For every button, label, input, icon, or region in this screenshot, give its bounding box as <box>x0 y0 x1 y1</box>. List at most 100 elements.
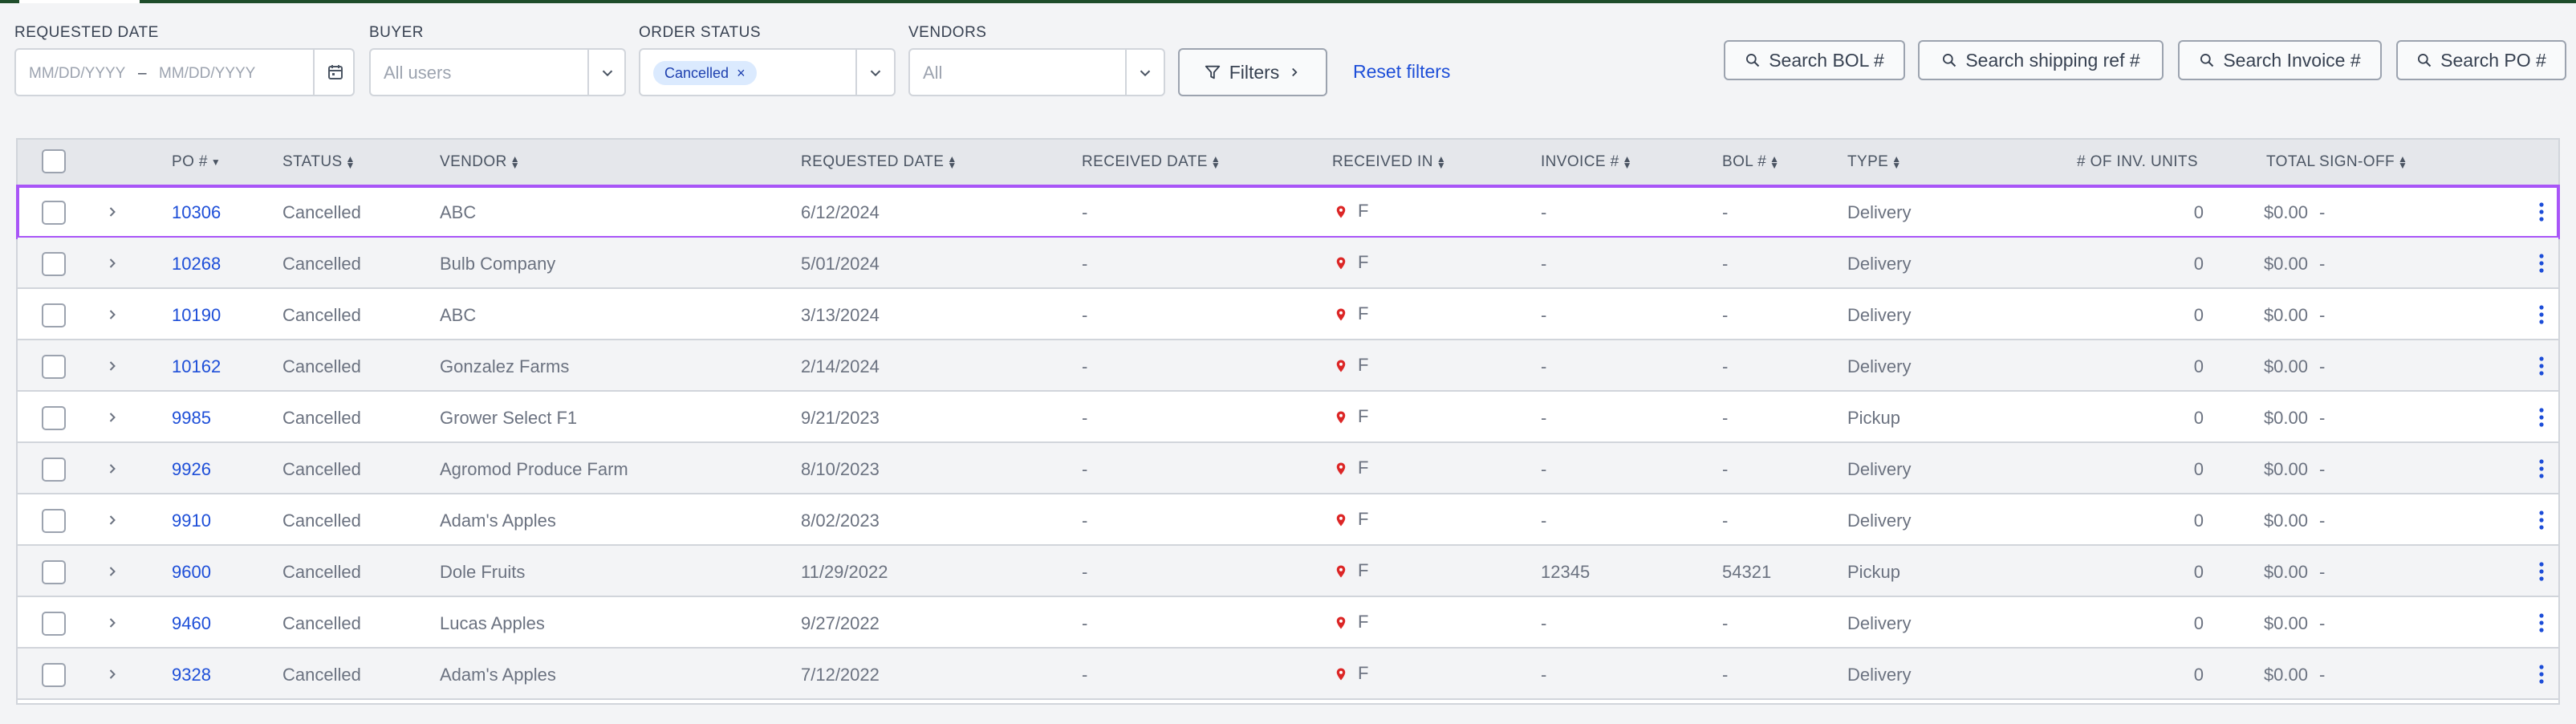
requested-date-range[interactable]: MM/DD/YYYY – MM/DD/YYYY <box>14 48 355 96</box>
col-po[interactable]: PO # ▼ <box>172 153 221 171</box>
row-checkbox[interactable] <box>42 303 66 327</box>
date-from-input[interactable]: MM/DD/YYYY <box>29 65 125 83</box>
location-pin-icon <box>1336 462 1346 475</box>
row-checkbox[interactable] <box>42 560 66 584</box>
sign-off-cell: - <box>2319 665 2326 685</box>
total-cell: $0.00 <box>2263 202 2308 222</box>
bol-cell: - <box>1722 459 1729 479</box>
type-cell: Delivery <box>1847 356 1912 376</box>
col-vendor[interactable]: VENDOR ▲ ▼ <box>440 153 520 171</box>
expand-chevron-icon[interactable] <box>104 204 120 220</box>
po-number-link[interactable]: 9460 <box>172 613 211 634</box>
bol-cell: - <box>1722 202 1729 222</box>
filters-button[interactable]: Filters <box>1178 48 1327 96</box>
table-row[interactable]: 9985 Cancelled Grower Select F1 9/21/2023 - F… <box>18 392 2558 443</box>
row-checkbox[interactable] <box>42 201 66 225</box>
calendar-icon[interactable] <box>326 63 345 82</box>
col-invoice[interactable]: INVOICE # ▲ ▼ <box>1541 153 1632 171</box>
table-row[interactable]: 9600 Cancelled Dole Fruits 11/29/2022 - F 1234… <box>18 546 2558 597</box>
search-invoice-button[interactable]: Search Invoice # <box>2178 40 2382 80</box>
vendors-select[interactable]: All <box>908 48 1165 96</box>
col-bol[interactable]: BOL # ▲ ▼ <box>1722 153 1779 171</box>
date-to-input[interactable]: MM/DD/YYYY <box>159 65 255 83</box>
expand-chevron-icon[interactable] <box>104 512 120 528</box>
chevron-down-icon[interactable] <box>867 64 884 82</box>
expand-chevron-icon[interactable] <box>104 307 120 323</box>
chevron-down-icon[interactable] <box>599 64 616 82</box>
po-number-link[interactable]: 9600 <box>172 562 211 583</box>
expand-chevron-icon[interactable] <box>104 666 120 682</box>
reset-filters-link[interactable]: Reset filters <box>1353 61 1450 83</box>
table-row[interactable]: 10190 Cancelled ABC 3/13/2024 - F - - Delivery 0 $… <box>18 289 2558 340</box>
bol-cell: - <box>1722 510 1729 531</box>
invoice-cell: - <box>1541 305 1547 325</box>
search-shipping-ref-button[interactable]: Search shipping ref # <box>1918 40 2164 80</box>
row-checkbox[interactable] <box>42 355 66 379</box>
row-checkbox[interactable] <box>42 406 66 430</box>
col-requested-date[interactable]: REQUESTED DATE ▲ ▼ <box>801 153 957 171</box>
row-checkbox[interactable] <box>42 458 66 482</box>
divider <box>1125 50 1127 95</box>
row-checkbox[interactable] <box>42 612 66 636</box>
order-status-select[interactable]: Cancelled × <box>639 48 896 96</box>
col-received-date[interactable]: RECEIVED DATE ▲ ▼ <box>1082 153 1221 171</box>
select-all-checkbox[interactable] <box>42 149 66 173</box>
kebab-menu-icon[interactable] <box>2537 406 2546 429</box>
location-pin-icon <box>1336 308 1346 321</box>
expand-chevron-icon[interactable] <box>104 615 120 631</box>
row-checkbox[interactable] <box>42 663 66 687</box>
kebab-menu-icon[interactable] <box>2537 509 2546 531</box>
po-number-link[interactable]: 9328 <box>172 665 211 685</box>
table-header: PO # ▼ STATUS ▲ ▼ VENDOR ▲ ▼ REQUESTED DATE ▲ ▼… <box>18 140 2558 188</box>
kebab-menu-icon[interactable] <box>2537 303 2546 326</box>
table-row[interactable]: 9460 Cancelled Lucas Apples 9/27/2022 - F - - De… <box>18 597 2558 649</box>
col-status[interactable]: STATUS ▲ ▼ <box>282 153 356 171</box>
expand-chevron-icon[interactable] <box>104 409 120 425</box>
location-pin-icon <box>1336 360 1346 372</box>
invoice-cell: - <box>1541 665 1547 685</box>
expand-chevron-icon[interactable] <box>104 358 120 374</box>
search-bol-button[interactable]: Search BOL # <box>1724 40 1905 80</box>
kebab-menu-icon[interactable] <box>2537 201 2546 223</box>
chevron-down-icon[interactable] <box>1136 64 1154 82</box>
brand-bar <box>0 0 2576 3</box>
po-number-link[interactable]: 10306 <box>172 202 221 223</box>
invoice-cell: - <box>1541 202 1547 222</box>
table-row[interactable]: 9910 Cancelled Adam's Apples 8/02/2023 - F - - D… <box>18 494 2558 546</box>
received-in-cell: F <box>1358 458 1369 478</box>
buyer-select[interactable]: All users <box>369 48 626 96</box>
invoice-cell: - <box>1541 510 1547 531</box>
col-sign-off[interactable]: SIGN-OFF ▲ ▼ <box>2319 153 2407 171</box>
sort-icon: ▲ ▼ <box>510 153 520 171</box>
search-po-label: Search PO # <box>2440 49 2546 71</box>
search-po-button[interactable]: Search PO # <box>2396 40 2566 80</box>
row-checkbox[interactable] <box>42 509 66 533</box>
po-number-link[interactable]: 9985 <box>172 408 211 429</box>
po-number-link[interactable]: 10162 <box>172 356 221 377</box>
table-row[interactable]: 10306 Cancelled ABC 6/12/2024 - F - - Delivery 0 $… <box>16 185 2560 239</box>
kebab-menu-icon[interactable] <box>2537 252 2546 275</box>
po-number-link[interactable]: 10268 <box>172 254 221 275</box>
table-row[interactable]: 9926 Cancelled Agromod Produce Farm 8/10/20… <box>18 443 2558 494</box>
po-number-link[interactable]: 9926 <box>172 459 211 480</box>
table-row[interactable]: 10268 Cancelled Bulb Company 5/01/2024 - F - - D… <box>18 238 2558 289</box>
inv-units-cell: 0 <box>2193 510 2204 531</box>
kebab-menu-icon[interactable] <box>2537 612 2546 634</box>
type-cell: Delivery <box>1847 254 1912 274</box>
expand-chevron-icon[interactable] <box>104 461 120 477</box>
col-type[interactable]: TYPE ▲ ▼ <box>1847 153 1902 171</box>
table-row[interactable]: 10162 Cancelled Gonzalez Farms 2/14/2024 - F -… <box>18 340 2558 392</box>
kebab-menu-icon[interactable] <box>2537 560 2546 583</box>
kebab-menu-icon[interactable] <box>2537 663 2546 685</box>
po-number-link[interactable]: 9910 <box>172 510 211 531</box>
expand-chevron-icon[interactable] <box>104 255 120 271</box>
chip-remove-icon[interactable]: × <box>737 65 746 82</box>
po-number-link[interactable]: 10190 <box>172 305 221 326</box>
kebab-menu-icon[interactable] <box>2537 355 2546 377</box>
table-row[interactable]: 9328 Cancelled Adam's Apples 7/12/2022 - F - - D… <box>18 649 2558 700</box>
kebab-menu-icon[interactable] <box>2537 458 2546 480</box>
vendor-cell: Dole Fruits <box>440 562 526 582</box>
col-received-in[interactable]: RECEIVED IN ▲ ▼ <box>1332 153 1446 171</box>
expand-chevron-icon[interactable] <box>104 563 120 580</box>
row-checkbox[interactable] <box>42 252 66 276</box>
